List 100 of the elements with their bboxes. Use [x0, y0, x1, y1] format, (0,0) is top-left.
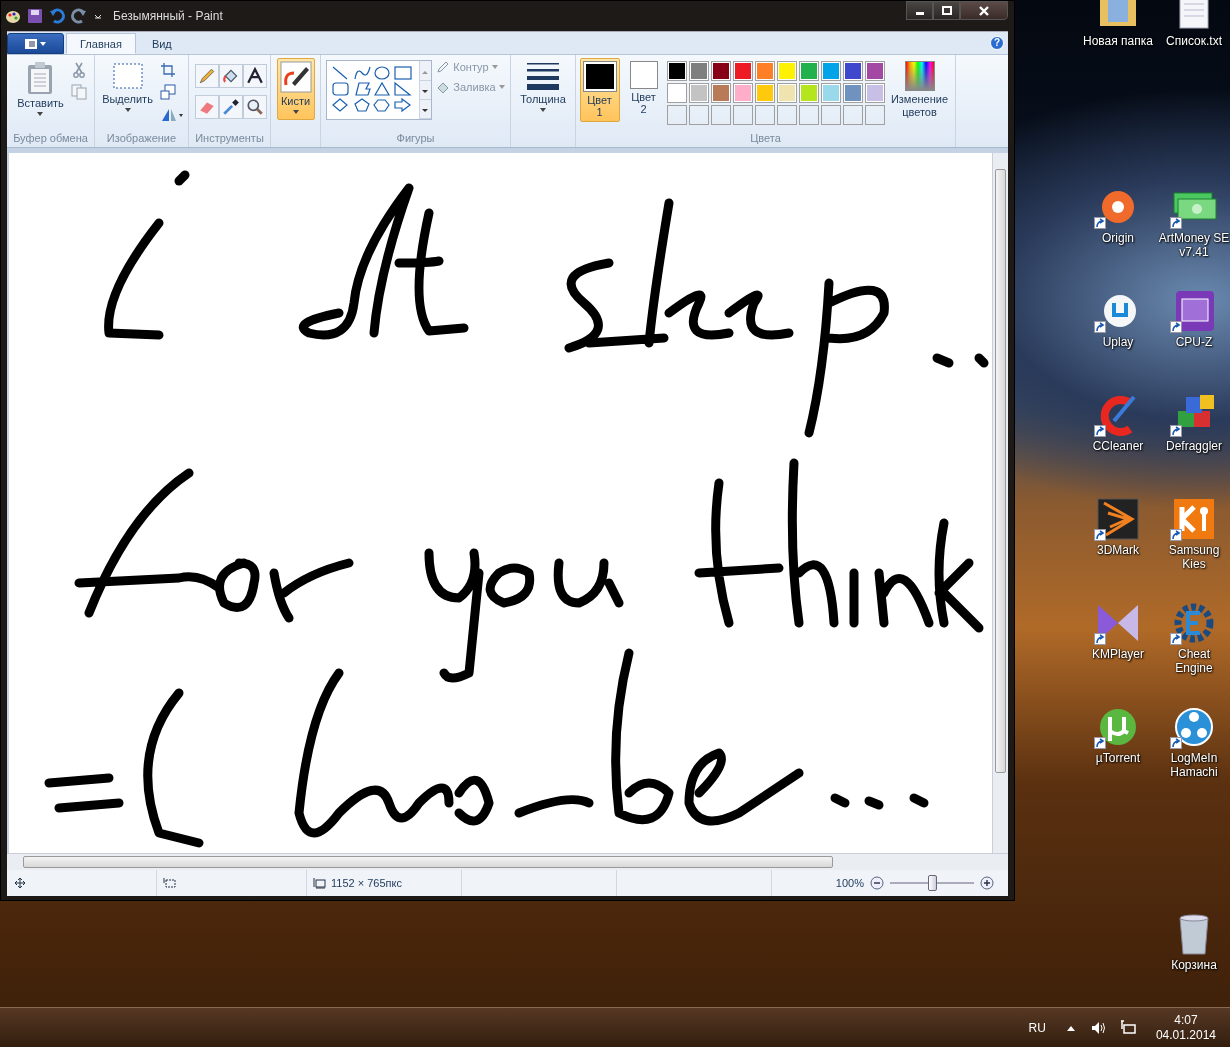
redo-icon[interactable] [71, 8, 87, 25]
line-widths-icon [526, 61, 560, 92]
color-swatch[interactable] [843, 84, 862, 103]
desktop-shortcut[interactable]: ArtMoney SE v7.41 [1156, 183, 1230, 259]
color-swatch[interactable] [755, 84, 774, 103]
caret-icon [498, 85, 505, 90]
color-swatch[interactable] [711, 84, 730, 103]
desktop-shortcut[interactable]: µTorrent [1080, 703, 1156, 765]
shortcut-label: KMPlayer [1091, 647, 1145, 661]
help-button[interactable]: ? [990, 36, 1004, 51]
undo-icon[interactable] [49, 8, 65, 25]
paint-bucket-icon[interactable] [218, 64, 243, 89]
caret-icon [540, 108, 546, 113]
color-swatch[interactable] [843, 62, 862, 81]
vertical-scrollbar[interactable] [992, 152, 1008, 853]
empty-swatch[interactable] [777, 106, 796, 125]
color-spectrum-icon [904, 61, 935, 92]
color-swatch[interactable] [667, 84, 686, 103]
color-swatch[interactable] [821, 62, 840, 81]
crop-icon[interactable] [159, 62, 176, 79]
clock[interactable]: 4:07 04.01.2014 [1155, 1012, 1216, 1043]
desktop-shortcut[interactable]: CCleaner [1080, 391, 1156, 453]
magnifier-icon[interactable] [242, 95, 267, 120]
color-swatch[interactable] [777, 84, 796, 103]
paste-button[interactable]: Вставить [14, 58, 67, 120]
color-swatch[interactable] [689, 84, 708, 103]
zoom-out-button[interactable] [870, 875, 884, 890]
empty-swatch[interactable] [843, 106, 862, 125]
color-swatch[interactable] [821, 84, 840, 103]
group-label: Буфер обмена [13, 131, 88, 146]
empty-swatch[interactable] [733, 106, 752, 125]
pencil-icon [436, 60, 451, 75]
color-swatch[interactable] [755, 62, 774, 81]
color-swatch[interactable] [689, 62, 708, 81]
desktop-shortcut[interactable]: 3DMark [1080, 495, 1156, 557]
zoom-slider[interactable] [928, 874, 937, 891]
desktop-shortcut[interactable]: Uplay [1080, 287, 1156, 349]
empty-swatch[interactable] [755, 106, 774, 125]
color-swatch[interactable] [865, 62, 884, 81]
color-swatch[interactable] [733, 84, 752, 103]
shortcut-label: ArtMoney SE v7.41 [1157, 231, 1230, 259]
menu-icon [23, 37, 48, 50]
desktop-shortcut[interactable]: LogMeIn Hamachi [1156, 703, 1230, 779]
scissors-icon[interactable] [70, 62, 87, 79]
shortcut-label: Список.txt [1165, 34, 1223, 48]
desktop-shortcut[interactable]: KMPlayer [1080, 599, 1156, 661]
shortcut-label: Samsung Kies [1167, 543, 1221, 571]
shortcut-label: Cheat Engine [1174, 647, 1214, 675]
resize-icon[interactable] [159, 84, 176, 101]
image-size-icon [313, 876, 327, 889]
brushes-button[interactable]: Кисти [276, 58, 315, 121]
empty-swatch[interactable] [821, 106, 840, 125]
desktop-shortcut[interactable]: Cheat Engine [1156, 599, 1230, 675]
maximize-button[interactable] [933, 1, 960, 20]
palette-icon[interactable] [5, 8, 21, 25]
color-swatch[interactable] [733, 62, 752, 81]
color-picker-icon[interactable] [218, 95, 243, 120]
zoom-in-button[interactable] [980, 875, 994, 890]
color-swatch[interactable] [777, 62, 796, 81]
empty-swatch[interactable] [667, 106, 686, 125]
zoom-percent: 100% [835, 876, 864, 889]
image-dimensions: 1152 × 765пкс [331, 876, 402, 889]
shortcut-label: Defraggler [1165, 439, 1223, 453]
recycle-bin[interactable]: Корзина [1156, 910, 1230, 972]
shortcut-label: Новая папка [1082, 34, 1154, 48]
save-icon[interactable] [27, 8, 43, 25]
shortcut-label: LogMeIn Hamachi [1169, 751, 1219, 779]
clock-time: 4:07 [1174, 1012, 1198, 1028]
close-button[interactable] [960, 1, 1008, 20]
group-label: Цвета [750, 131, 781, 146]
color-swatch[interactable] [711, 62, 730, 81]
pencil-icon[interactable] [194, 64, 219, 89]
network-icon[interactable] [1119, 1019, 1136, 1036]
desktop-shortcut[interactable]: Samsung Kies [1156, 495, 1230, 571]
thickness-button[interactable]: Толщина [517, 58, 569, 116]
color-swatch[interactable] [667, 62, 686, 81]
color-swatch[interactable] [865, 84, 884, 103]
color-swatch[interactable] [799, 84, 818, 103]
color-slot-button[interactable]: Цвет 2 [623, 58, 664, 123]
minimize-button[interactable] [906, 1, 933, 20]
close-icon [978, 4, 990, 17]
ribbon-tab[interactable]: Вид [137, 33, 186, 55]
desktop-shortcut[interactable]: CPU-Z [1156, 287, 1230, 349]
file-menu-button[interactable] [7, 33, 64, 55]
desktop-shortcut[interactable]: Список.txt [1156, 0, 1230, 48]
color-swatch[interactable] [799, 62, 818, 81]
empty-swatch[interactable] [689, 106, 708, 125]
empty-swatch[interactable] [865, 106, 884, 125]
empty-swatch[interactable] [711, 106, 730, 125]
ribbon-tab[interactable]: Главная [66, 33, 136, 55]
select-button[interactable]: Выделить [99, 58, 156, 116]
text-icon[interactable] [242, 64, 267, 89]
desktop-shortcut[interactable]: Новая папка [1080, 0, 1156, 48]
empty-swatch[interactable] [799, 106, 818, 125]
language-indicator[interactable]: RU [1028, 1020, 1046, 1035]
edit-colors-button[interactable]: Изменение цветов [887, 58, 952, 123]
clock-date: 04.01.2014 [1155, 1027, 1216, 1043]
desktop-shortcut[interactable]: Origin [1080, 183, 1156, 245]
color-slot-button[interactable]: Цвет 1 [579, 58, 620, 123]
desktop-shortcut[interactable]: Defraggler [1156, 391, 1230, 453]
